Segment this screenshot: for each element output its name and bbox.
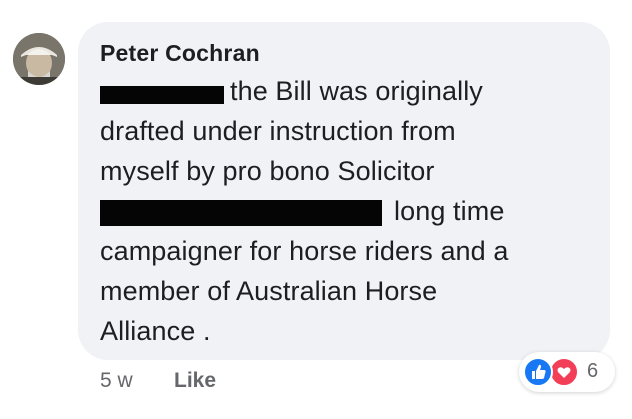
redaction-block xyxy=(100,200,382,226)
comment-text-line: myself by pro bono Solicitor xyxy=(100,156,435,186)
comment-bubble xyxy=(78,22,610,360)
comment-text-line: the Bill was originally xyxy=(230,76,483,106)
comment-text-line: member of Australian Horse xyxy=(100,276,438,306)
comment-text-line: Alliance . xyxy=(100,316,211,346)
like-reaction-icon xyxy=(523,357,553,387)
love-reaction-icon xyxy=(549,357,579,387)
avatar[interactable] xyxy=(13,33,65,85)
comment-text-line: long time xyxy=(394,196,505,226)
like-button[interactable]: Like xyxy=(174,369,216,393)
redaction-block xyxy=(100,86,224,104)
comment-author[interactable]: Peter Cochran xyxy=(100,40,260,67)
avatar-photo-icon xyxy=(13,33,65,85)
comment-timestamp[interactable]: 5 w xyxy=(100,369,133,393)
reactions-summary[interactable]: 6 xyxy=(519,352,615,392)
reaction-count: 6 xyxy=(587,360,599,382)
comment-text-line: campaigner for horse riders and a xyxy=(100,236,509,266)
comment-text-line: drafted under instruction from xyxy=(100,116,456,146)
